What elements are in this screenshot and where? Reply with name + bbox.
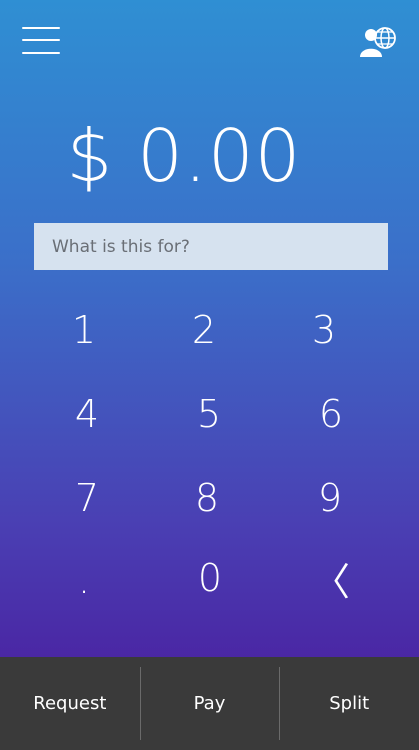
key-6[interactable]: 6 [276, 384, 386, 444]
key-2[interactable]: 2 [149, 300, 259, 360]
hamburger-icon[interactable] [22, 25, 60, 57]
key-7[interactable]: 7 [32, 468, 142, 528]
key-0[interactable]: 0 [155, 548, 265, 608]
key-1[interactable]: 1 [29, 300, 139, 360]
memo-input[interactable] [50, 235, 372, 258]
top-bar [0, 0, 419, 80]
split-button[interactable]: Split [279, 657, 419, 750]
key-decimal[interactable]: . [29, 550, 139, 610]
key-8[interactable]: 8 [152, 468, 262, 528]
backspace-key[interactable]: 〈 [276, 548, 386, 608]
user-globe-icon[interactable] [359, 24, 397, 58]
key-4[interactable]: 4 [32, 384, 142, 444]
key-3[interactable]: 3 [269, 300, 379, 360]
amount-display: $ 0.00 [66, 114, 302, 198]
memo-field[interactable] [34, 223, 388, 270]
request-button[interactable]: Request [0, 657, 140, 750]
action-bar: Request Pay Split [0, 657, 419, 750]
key-9[interactable]: 9 [275, 468, 385, 528]
pay-button[interactable]: Pay [139, 657, 280, 750]
key-5[interactable]: 5 [154, 384, 264, 444]
